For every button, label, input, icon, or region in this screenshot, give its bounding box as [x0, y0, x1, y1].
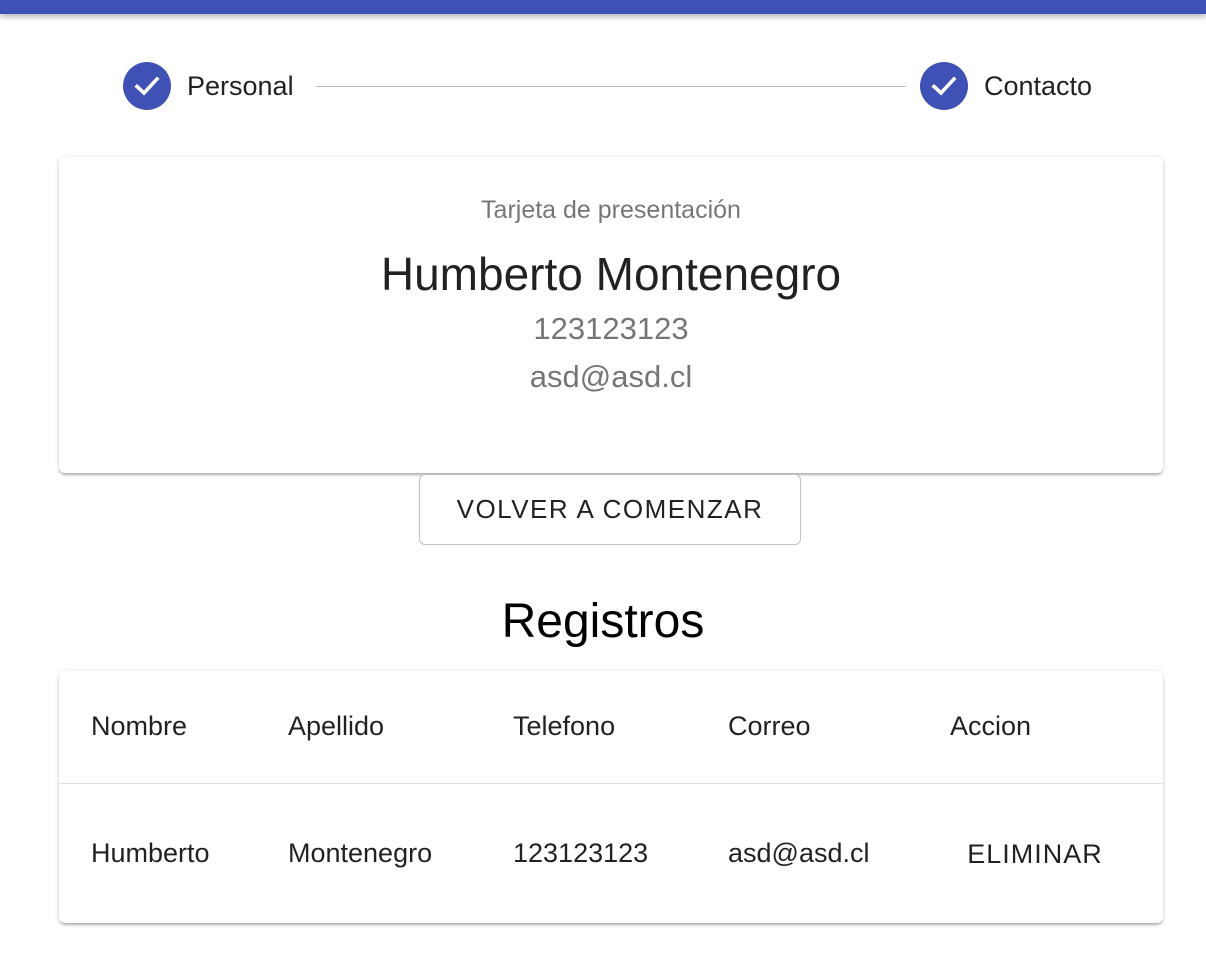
table-header-row: Nombre Apellido Telefono Correo Accion	[59, 671, 1163, 784]
column-header-accion: Accion	[950, 711, 1032, 741]
step-contacto[interactable]: Contacto	[920, 61, 1092, 111]
records-table: Nombre Apellido Telefono Correo Accion H…	[59, 671, 1163, 923]
cell-correo: asd@asd.cl	[728, 838, 870, 868]
business-card: Tarjeta de presentación Humberto Montene…	[59, 157, 1163, 473]
check-icon	[920, 62, 968, 110]
stepper: Personal Contacto	[123, 61, 1103, 111]
column-header-correo: Correo	[728, 711, 811, 741]
records-title: Registros	[501, 595, 705, 648]
column-header-nombre: Nombre	[91, 711, 188, 741]
card-name: Humberto Montenegro	[380, 248, 842, 300]
step-label-contacto: Contacto	[984, 70, 1093, 101]
delete-button[interactable]: ELIMINAR	[950, 824, 1120, 884]
card-phone: 123123123	[533, 311, 689, 346]
step-label-personal: Personal	[187, 70, 294, 101]
card-subtitle: Tarjeta de presentación	[481, 196, 741, 224]
cell-telefono: 123123123	[513, 838, 649, 868]
check-icon	[123, 62, 171, 110]
column-header-apellido: Apellido	[288, 711, 385, 741]
card-email: asd@asd.cl	[529, 359, 693, 394]
cell-apellido: Montenegro	[288, 838, 433, 868]
top-app-bar	[0, 0, 1206, 14]
step-personal[interactable]: Personal	[123, 61, 294, 111]
table-row: Humberto Montenegro 123123123 asd@asd.cl…	[59, 784, 1163, 923]
restart-button[interactable]: VOLVER A COMENZAR	[419, 474, 801, 545]
cell-nombre: Humberto	[91, 838, 210, 868]
column-header-telefono: Telefono	[513, 711, 616, 741]
step-connector	[316, 86, 906, 87]
